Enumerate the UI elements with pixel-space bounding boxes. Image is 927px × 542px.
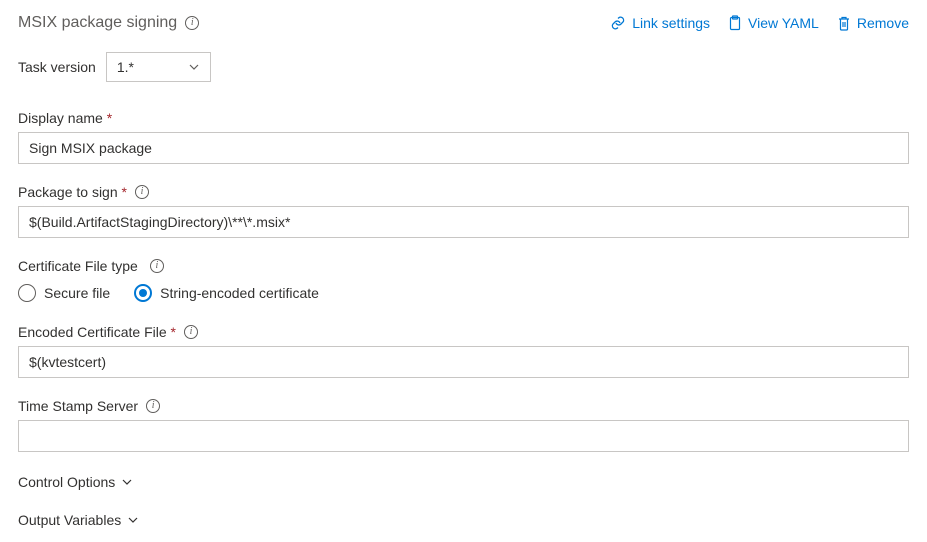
chevron-down-icon xyxy=(127,514,139,526)
trash-icon xyxy=(837,15,851,31)
link-icon xyxy=(610,16,626,30)
page-title: MSIX package signing xyxy=(18,14,177,32)
radio-secure-file[interactable]: Secure file xyxy=(18,284,110,302)
encoded-certificate-file-label: Encoded Certificate File * xyxy=(18,324,176,340)
info-icon[interactable]: i xyxy=(184,325,198,339)
radio-circle-icon xyxy=(18,284,36,302)
info-icon[interactable]: i xyxy=(185,16,199,30)
info-icon[interactable]: i xyxy=(150,259,164,273)
encoded-certificate-file-input[interactable] xyxy=(18,346,909,378)
certificate-file-type-label: Certificate File type xyxy=(18,258,138,274)
link-settings-button[interactable]: Link settings xyxy=(610,15,710,31)
view-yaml-label: View YAML xyxy=(748,15,819,31)
task-version-select[interactable]: 1.* xyxy=(106,52,211,82)
display-name-input[interactable] xyxy=(18,132,909,164)
control-options-section[interactable]: Control Options xyxy=(18,474,909,490)
radio-circle-icon xyxy=(134,284,152,302)
output-variables-section[interactable]: Output Variables xyxy=(18,512,909,528)
time-stamp-server-input[interactable] xyxy=(18,420,909,452)
clipboard-icon xyxy=(728,15,742,31)
display-name-label: Display name * xyxy=(18,110,112,126)
link-settings-label: Link settings xyxy=(632,15,710,31)
task-version-value: 1.* xyxy=(117,59,134,75)
output-variables-label: Output Variables xyxy=(18,512,121,528)
radio-string-encoded[interactable]: String-encoded certificate xyxy=(134,284,319,302)
chevron-down-icon xyxy=(188,61,200,73)
info-icon[interactable]: i xyxy=(146,399,160,413)
remove-button[interactable]: Remove xyxy=(837,15,909,31)
remove-label: Remove xyxy=(857,15,909,31)
radio-dot-icon xyxy=(139,289,147,297)
page-title-group: MSIX package signing i xyxy=(18,14,199,32)
chevron-down-icon xyxy=(121,476,133,488)
info-icon[interactable]: i xyxy=(135,185,149,199)
time-stamp-server-label: Time Stamp Server xyxy=(18,398,138,414)
control-options-label: Control Options xyxy=(18,474,115,490)
task-version-label: Task version xyxy=(18,59,96,75)
radio-secure-file-label: Secure file xyxy=(44,285,110,301)
view-yaml-button[interactable]: View YAML xyxy=(728,15,819,31)
radio-string-encoded-label: String-encoded certificate xyxy=(160,285,319,301)
header-links: Link settings View YAML Remove xyxy=(610,15,909,31)
certificate-file-type-radiogroup: Secure file String-encoded certificate xyxy=(18,284,909,302)
package-to-sign-input[interactable] xyxy=(18,206,909,238)
package-to-sign-label: Package to sign * xyxy=(18,184,127,200)
